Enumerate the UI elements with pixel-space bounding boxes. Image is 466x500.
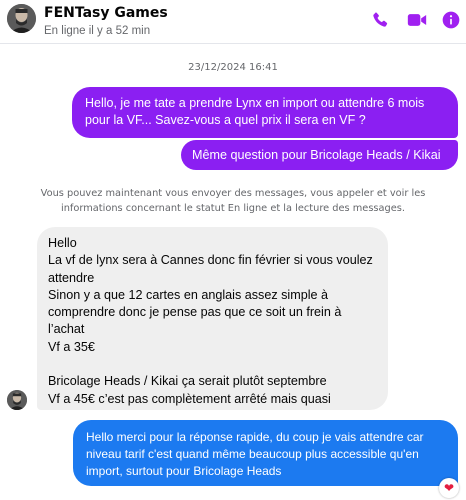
heart-reaction-icon[interactable]: ❤ xyxy=(439,478,459,498)
chat-header: FENTasy Games En ligne il y a 52 min xyxy=(0,0,466,44)
date-separator: 23/12/2024 16:41 xyxy=(188,62,278,73)
info-icon[interactable] xyxy=(441,10,461,30)
message-bubble-sent[interactable]: Hello merci pour la réponse rapide, du c… xyxy=(73,420,458,486)
message-bubble-received[interactable]: Hello La vf de lynx sera à Cannes donc f… xyxy=(37,227,388,410)
privacy-notice: Vous pouvez maintenant vous envoyer des … xyxy=(40,188,426,214)
phone-icon[interactable] xyxy=(370,10,390,30)
video-icon[interactable] xyxy=(406,10,428,30)
contact-status: En ligne il y a 52 min xyxy=(44,25,151,37)
contact-avatar[interactable] xyxy=(7,4,36,33)
contact-name[interactable]: FENTasy Games xyxy=(44,5,168,22)
message-bubble-sent[interactable]: Hello, je me tate a prendre Lynx en impo… xyxy=(72,87,458,138)
message-bubble-sent[interactable]: Même question pour Bricolage Heads / Kik… xyxy=(181,140,458,170)
sender-avatar xyxy=(7,390,27,410)
